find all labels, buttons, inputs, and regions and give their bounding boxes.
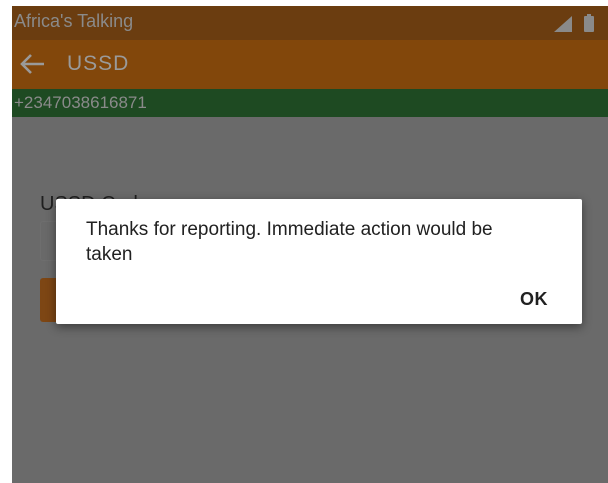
app-bar: USSD bbox=[12, 40, 608, 89]
status-app-name: Africa's Talking bbox=[14, 11, 134, 31]
signal-icon bbox=[554, 16, 572, 32]
status-bar: Africa's Talking bbox=[12, 6, 608, 40]
status-icons bbox=[554, 14, 594, 32]
dialog-message: Thanks for reporting. Immediate action w… bbox=[86, 219, 493, 265]
phone-number-bar: +2347038616871 bbox=[12, 89, 608, 117]
alert-dialog: Thanks for reporting. Immediate action w… bbox=[56, 199, 582, 324]
phone-screen: Africa's Talking USSD +2347038616871 USS… bbox=[12, 6, 608, 483]
battery-icon bbox=[584, 14, 594, 32]
page-title: USSD bbox=[67, 52, 130, 75]
arrow-left-icon[interactable] bbox=[18, 52, 46, 76]
ok-button[interactable]: OK bbox=[520, 289, 548, 310]
phone-number: +2347038616871 bbox=[14, 93, 147, 112]
